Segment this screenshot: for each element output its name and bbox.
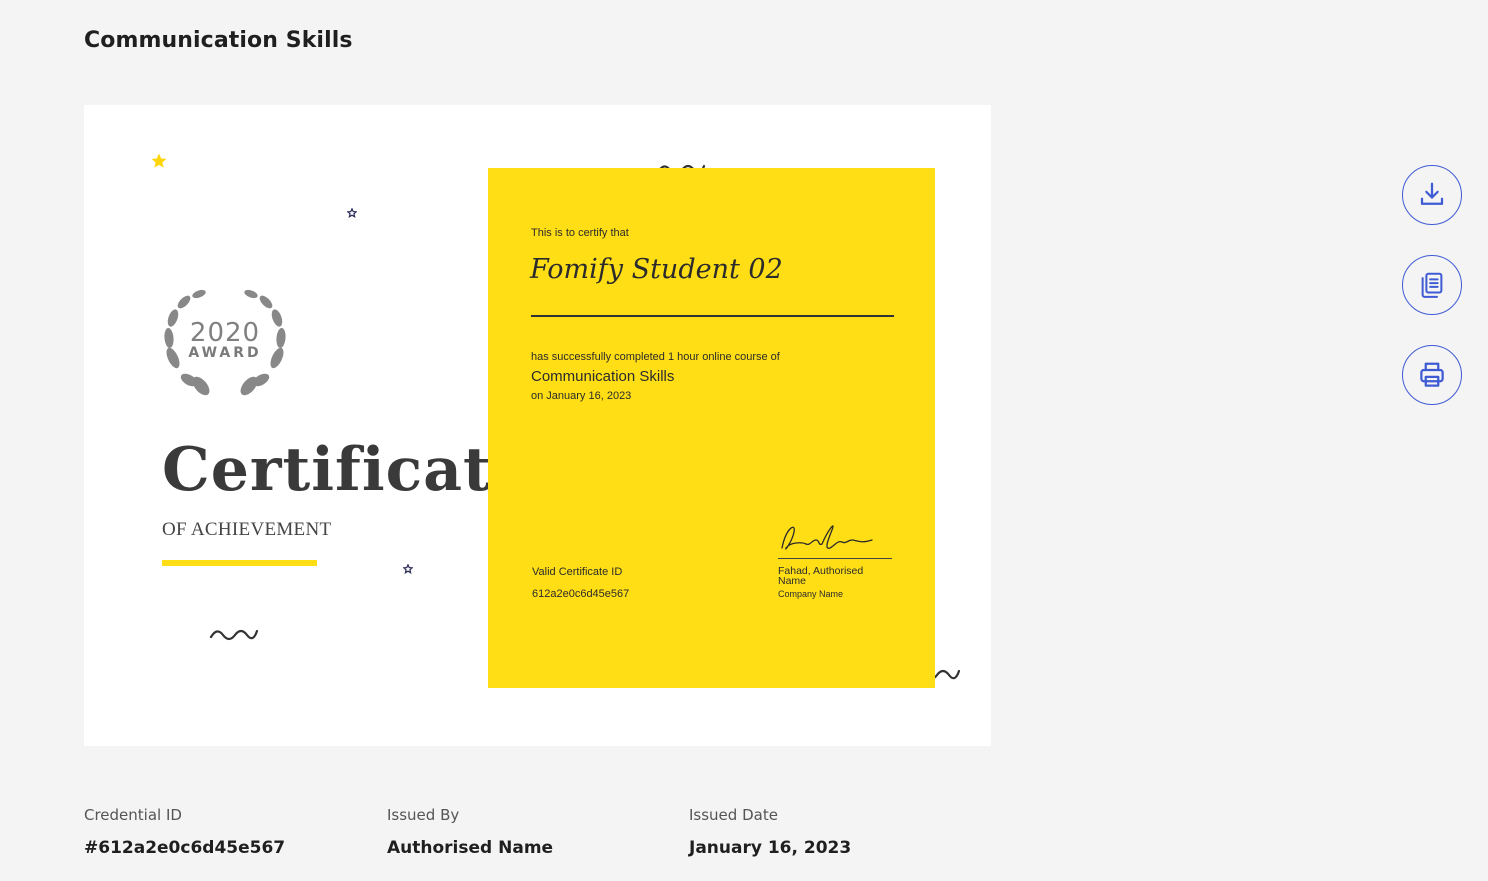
certificate-page: Communication Skills 2020 AWARD Certific… — [0, 0, 1488, 881]
signature-line — [778, 558, 892, 559]
issued-date-section: Issued Date January 16, 2023 — [689, 806, 851, 858]
signature-icon — [781, 525, 873, 550]
squiggle-icon — [209, 629, 259, 641]
certify-text: This is to certify that — [531, 227, 629, 239]
company-name: Company Name — [778, 589, 844, 599]
award-badge: 2020 AWARD — [159, 288, 291, 400]
small-star-icon — [403, 564, 413, 574]
award-word: AWARD — [188, 345, 262, 361]
completed-text: has successfully completed 1 hour online… — [531, 351, 780, 363]
print-icon — [1420, 362, 1444, 387]
issued-date-value: January 16, 2023 — [689, 838, 852, 858]
certificate-subtitle: OF ACHIEVEMENT — [162, 519, 332, 540]
award-year: 2020 — [189, 318, 261, 348]
issued-by-label: Issued By — [387, 806, 460, 824]
copy-button[interactable] — [1402, 255, 1462, 315]
credential-id-value: #612a2e0c6d45e567 — [84, 838, 286, 858]
print-button[interactable] — [1402, 345, 1462, 405]
course-name: Communication Skills — [531, 368, 675, 385]
certificate-preview: 2020 AWARD Certificate OF ACHIEVEMENT Th… — [84, 105, 991, 746]
download-icon — [1420, 182, 1444, 205]
certificate-details-panel: This is to certify that Fomify Student 0… — [488, 168, 935, 688]
signer-name: Fahad, Authorised Name — [778, 565, 864, 587]
valid-id: 612a2e0c6d45e567 — [532, 588, 630, 600]
download-button[interactable] — [1402, 165, 1462, 225]
credential-id-section: Credential ID #612a2e0c6d45e567 — [84, 806, 285, 858]
issued-date-label: Issued Date — [689, 806, 778, 824]
certificate-title: Certificate — [162, 435, 531, 505]
accent-underline — [162, 560, 317, 566]
valid-id-label: Valid Certificate ID — [532, 566, 623, 578]
star-icon — [151, 153, 167, 168]
name-divider — [531, 315, 894, 317]
copy-icon — [1421, 272, 1443, 298]
issued-by-value: Authorised Name — [387, 838, 554, 858]
completion-date: on January 16, 2023 — [531, 390, 632, 402]
issued-by-section: Issued By Authorised Name — [387, 806, 553, 858]
small-star-icon — [347, 208, 357, 218]
page-title: Communication Skills — [84, 28, 353, 53]
student-name: Fomify Student 02 — [530, 254, 783, 285]
credential-id-label: Credential ID — [84, 806, 182, 824]
